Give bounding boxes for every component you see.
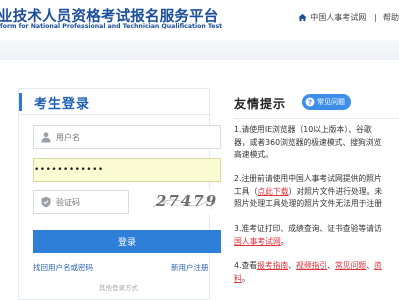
tip-4-sep-3: 、 [366, 261, 374, 270]
tip-1: 1.请使用IE浏览器（10以上版本）、谷歌 器，或者360浏览器的极速模式、搜狗… [234, 124, 399, 162]
captcha-field[interactable] [33, 190, 129, 214]
tip-2: 2.注册前请使用中国人事考试网提供的照片 工具（点此下载）对照片文件进行处理。未… [234, 173, 399, 211]
forgot-credentials-link[interactable]: 找回用户名或密码 [33, 262, 93, 273]
tip-4-line-2-suffix: 。 [241, 273, 250, 283]
captcha-text: 27479 [156, 192, 219, 210]
tip-1-line-1: 1.请使用IE浏览器（10以上版本）、谷歌 [234, 125, 372, 134]
tip-3: 3.准考证打印、成绩查询、证书查验等请访 国人事考试网。 [234, 223, 399, 248]
other-login-label: 其他登录方式 [99, 284, 138, 292]
faq-badge-button[interactable]: ? 常见问题 [302, 94, 351, 110]
faq-badge-label: 常见问题 [317, 98, 345, 106]
site-subtitle: form for National Professional and Techn… [0, 23, 223, 30]
tip-4: 4.查看报考指南、视频指引、常见问题、资 料。 [234, 260, 399, 285]
login-title: 考生登录 [34, 97, 91, 112]
shield-icon [41, 196, 51, 208]
svg-text:?: ? [308, 99, 312, 107]
guide-link[interactable]: 报考指南 [257, 261, 288, 270]
captcha-input[interactable] [56, 197, 126, 207]
home-icon [298, 13, 307, 22]
tip-1-line-3: 高速模式。 [234, 150, 273, 159]
tip-4-sep-1: 、 [288, 261, 297, 270]
username-field[interactable] [33, 125, 221, 149]
tip-2-line-2-suffix: ）对照片文件进行处理。未 [288, 186, 383, 196]
question-icon: ? [305, 97, 315, 107]
user-icon [41, 132, 51, 143]
tip-2-line-2-prefix: 工具（ [234, 186, 258, 196]
nav-separator: | [374, 13, 377, 22]
video-guide-link[interactable]: 视频指引 [296, 261, 327, 270]
tip-1-line-2: 器，或者360浏览器的极速模式、搜狗浏览 [234, 137, 382, 147]
tip-2-line-1: 2.注册前请使用中国人事考试网提供的照片 [234, 174, 382, 183]
tip-3-line-1: 3.准考证打印、成绩查询、证书查验等请访 [234, 224, 382, 233]
home-link[interactable]: 中国人事考试网 [310, 12, 366, 23]
tip-4-line-1: 4.查看报考指南、视频指引、常见问题、资 [234, 260, 399, 273]
tip-4-line-2: 料。 [234, 273, 399, 286]
header-nav: 中国人事考试网 | 帮助 [298, 12, 399, 23]
tip-4-prefix: 4.查看 [234, 261, 258, 270]
download-tool-link[interactable]: 点此下载 [257, 187, 288, 196]
password-field[interactable] [33, 158, 221, 182]
captcha-image[interactable]: 27479 [151, 189, 216, 215]
materials-link[interactable]: 资 [374, 261, 382, 270]
materials-link-cont[interactable]: 料 [234, 274, 242, 283]
tips-panel: 友情提示 ? 常见问题 1.请使用IE浏览器（10以上版本）、谷歌 器，或者36… [222, 88, 399, 300]
site-header: 业技术人员资格考试报名服务平台 form for National Profes… [0, 0, 399, 40]
tip-2-line-2: 工具（点此下载）对照片文件进行处理。未 [234, 186, 399, 199]
register-link[interactable]: 新用户注册 [171, 262, 209, 273]
tip-4-sep-2: 、 [327, 261, 336, 270]
login-button[interactable]: 登录 [33, 230, 221, 253]
header-band [0, 40, 399, 60]
tip-3-line-2: 国人事考试网。 [234, 236, 399, 249]
login-header-accent [19, 93, 22, 111]
login-header: 考生登录 [19, 89, 211, 115]
password-input[interactable] [34, 165, 174, 175]
tip-2-line-3: 照片处理工具处理的照片文件无法用于注册 [234, 199, 383, 208]
username-input[interactable] [56, 132, 196, 142]
help-link[interactable]: 帮助 [383, 12, 399, 23]
tip-3-line-2-suffix: 。 [280, 236, 289, 246]
tips-title: 友情提示 [234, 97, 287, 111]
faq-link[interactable]: 常见问题 [335, 261, 366, 270]
login-panel: 考生登录 27479 登录 找回用户名或密码 新用户注册 其他登录方式 [18, 88, 221, 300]
tips-divider [234, 118, 399, 119]
cpta-site-link[interactable]: 国人事考试网 [234, 237, 281, 246]
